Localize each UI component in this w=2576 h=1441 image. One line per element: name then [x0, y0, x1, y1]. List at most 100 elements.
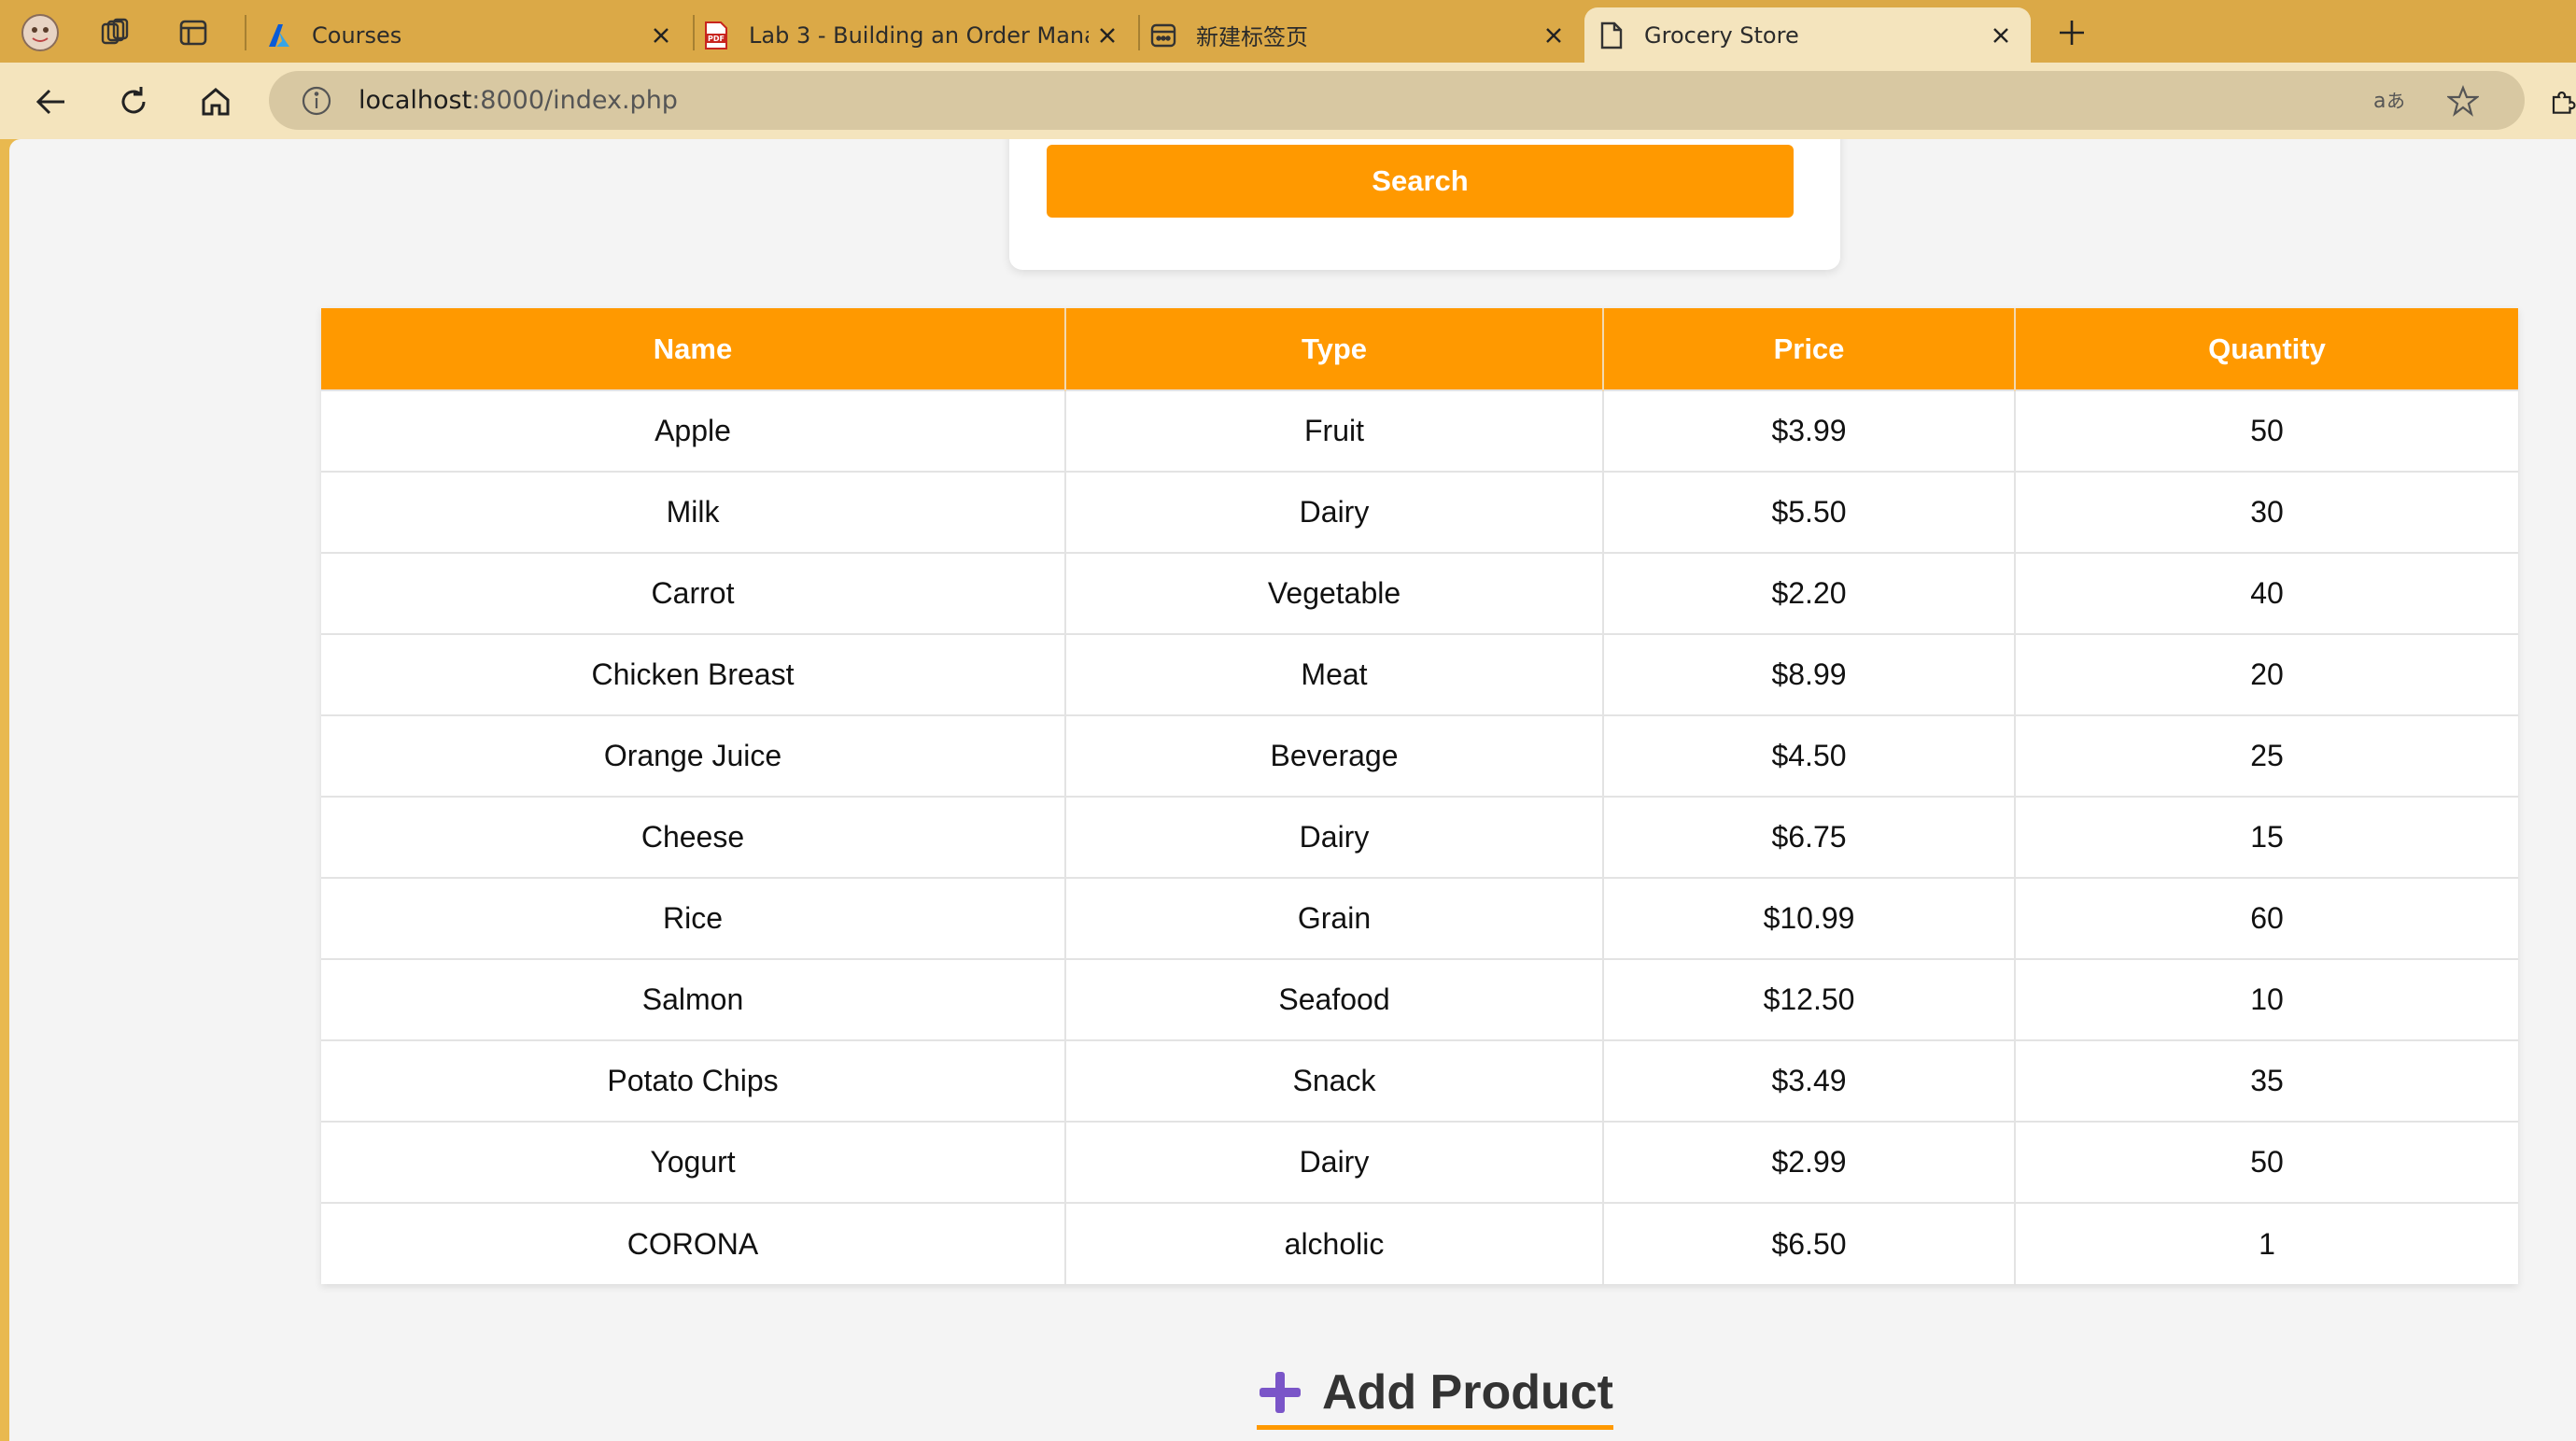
table-header-row: Name Type Price Quantity	[321, 308, 2518, 390]
table-body: Apple Fruit $3.99 50 Milk Dairy $5.50 30 Carrot V…	[321, 389, 2518, 1284]
cell-quantity: 35	[2015, 1039, 2518, 1122]
cell-name: Cheese	[321, 796, 1066, 878]
tab-title: Courses	[312, 21, 402, 49]
cell-price: $2.20	[1603, 552, 2016, 634]
cell-name: Yogurt	[321, 1121, 1066, 1203]
cell-price: $5.50	[1603, 471, 2016, 553]
profile-avatar[interactable]	[21, 13, 60, 52]
column-header-price: Price	[1603, 308, 2016, 390]
search-card: Search	[1009, 139, 1840, 270]
table-row: Rice Grain $10.99 60	[321, 877, 2518, 959]
workspaces-icon[interactable]	[95, 13, 134, 52]
url-path: :8000/index.php	[472, 86, 678, 115]
cell-price: $4.50	[1603, 714, 2016, 797]
cell-quantity: 50	[2015, 389, 2518, 472]
site-info-icon[interactable]	[301, 85, 332, 117]
cell-name: Milk	[321, 471, 1066, 553]
cell-price: $3.49	[1603, 1039, 2016, 1122]
cell-price: $12.50	[1603, 958, 2016, 1040]
cell-type: Meat	[1065, 633, 1604, 715]
table-row: Cheese Dairy $6.75 15	[321, 796, 2518, 878]
plus-icon	[1260, 1371, 1301, 1413]
tab-title: Lab 3 - Building an Order Manag	[749, 21, 1089, 49]
cell-price: $8.99	[1603, 633, 2016, 715]
cell-type: Beverage	[1065, 714, 1604, 797]
cell-type: Dairy	[1065, 471, 1604, 553]
cell-name: Chicken Breast	[321, 633, 1066, 715]
cell-type: Vegetable	[1065, 552, 1604, 634]
tab-courses[interactable]: Courses	[246, 7, 691, 63]
search-button[interactable]: Search	[1047, 145, 1794, 218]
table-row: Orange Juice Beverage $4.50 25	[321, 714, 2518, 797]
favorite-star-icon[interactable]	[2446, 84, 2480, 118]
close-tab-icon[interactable]	[1089, 17, 1126, 54]
cell-type: alcholic	[1065, 1202, 1604, 1284]
cell-quantity: 10	[2015, 958, 2518, 1040]
cell-price: $3.99	[1603, 389, 2016, 472]
browser-toolbar: localhost:8000/index.php aあ	[0, 63, 2576, 139]
column-header-name: Name	[321, 308, 1066, 390]
cell-name: Apple	[321, 389, 1066, 472]
tab-lab3-pdf[interactable]: PDF Lab 3 - Building an Order Manag	[695, 7, 1137, 63]
read-aloud-translate-icon[interactable]: aあ	[2373, 84, 2407, 118]
cell-quantity: 20	[2015, 633, 2518, 715]
cell-type: Dairy	[1065, 796, 1604, 878]
pdf-icon: PDF	[702, 21, 730, 49]
cell-name: Orange Juice	[321, 714, 1066, 797]
address-bar[interactable]: localhost:8000/index.php aあ	[269, 71, 2525, 130]
cell-name: Salmon	[321, 958, 1066, 1040]
svg-text:PDF: PDF	[708, 35, 725, 43]
cell-quantity: 25	[2015, 714, 2518, 797]
cell-quantity: 60	[2015, 877, 2518, 959]
cell-type: Grain	[1065, 877, 1604, 959]
table-row: Carrot Vegetable $2.20 40	[321, 552, 2518, 634]
cell-quantity: 50	[2015, 1121, 2518, 1203]
new-tab-button[interactable]	[2052, 13, 2091, 52]
url-text: localhost:8000/index.php	[359, 86, 678, 115]
close-tab-icon[interactable]	[1982, 17, 2020, 54]
table-row: Potato Chips Snack $3.49 35	[321, 1039, 2518, 1122]
cell-quantity: 40	[2015, 552, 2518, 634]
home-button[interactable]	[194, 80, 237, 123]
cell-price: $10.99	[1603, 877, 2016, 959]
cell-price: $6.75	[1603, 796, 2016, 878]
cell-type: Dairy	[1065, 1121, 1604, 1203]
close-tab-icon[interactable]	[642, 17, 680, 54]
extensions-icon[interactable]	[2549, 80, 2576, 123]
column-header-quantity: Quantity	[2015, 308, 2518, 390]
cell-name: Carrot	[321, 552, 1066, 634]
table-row: Chicken Breast Meat $8.99 20	[321, 633, 2518, 715]
add-product-link[interactable]: Add Product	[1257, 1363, 1613, 1430]
page-viewport: Search Name Type Price Quantity Apple Fru…	[9, 139, 2576, 1441]
table-row: CORONA alcholic $6.50 1	[321, 1202, 2518, 1284]
tab-strip: Courses PDF Lab 3 - Building an Order Ma…	[0, 0, 2576, 63]
cell-type: Snack	[1065, 1039, 1604, 1122]
back-button[interactable]	[30, 80, 73, 123]
close-tab-icon[interactable]	[1535, 17, 1572, 54]
tab-grocery-store[interactable]: Grocery Store	[1584, 7, 2031, 63]
cell-quantity: 15	[2015, 796, 2518, 878]
cell-name: Rice	[321, 877, 1066, 959]
cell-type: Seafood	[1065, 958, 1604, 1040]
product-table: Name Type Price Quantity Apple Fruit $3.99…	[321, 308, 2518, 1284]
new-tab-page-icon	[1149, 21, 1177, 49]
table-row: Apple Fruit $3.99 50	[321, 389, 2518, 472]
table-row: Yogurt Dairy $2.99 50	[321, 1121, 2518, 1203]
cell-type: Fruit	[1065, 389, 1604, 472]
table-row: Salmon Seafood $12.50 10	[321, 958, 2518, 1040]
cell-price: $6.50	[1603, 1202, 2016, 1284]
cell-quantity: 1	[2015, 1202, 2518, 1284]
cell-price: $2.99	[1603, 1121, 2016, 1203]
tab-title: 新建标签页	[1196, 24, 1308, 50]
svg-text:あ: あ	[2386, 90, 2405, 112]
azure-a-icon	[265, 21, 293, 49]
cell-quantity: 30	[2015, 471, 2518, 553]
page-icon	[1598, 21, 1626, 49]
tab-new-tab[interactable]: 新建标签页	[1140, 7, 1584, 63]
svg-text:a: a	[2373, 90, 2386, 113]
url-host: localhost	[359, 86, 472, 115]
reload-button[interactable]	[112, 80, 155, 123]
add-product-label: Add Product	[1322, 1364, 1613, 1420]
column-header-type: Type	[1065, 308, 1604, 390]
vertical-tabs-icon[interactable]	[174, 13, 213, 52]
